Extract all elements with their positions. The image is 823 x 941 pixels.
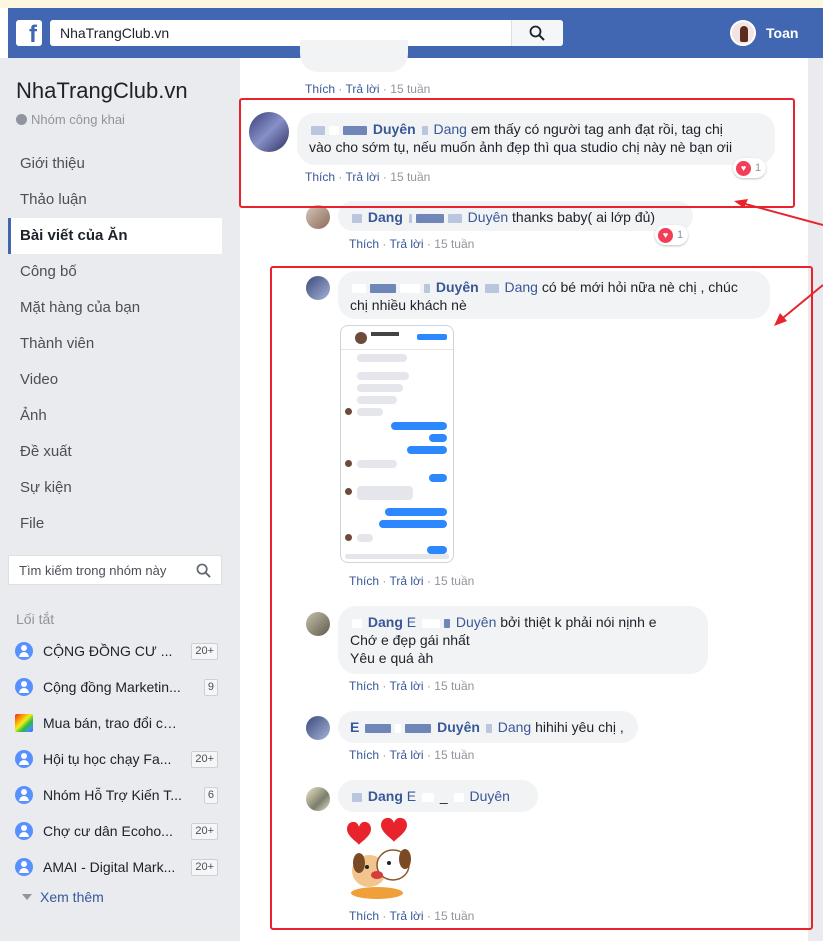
user-avatar: [730, 20, 756, 46]
tagged-name[interactable]: Duyên: [468, 209, 508, 225]
nav-item-recommendations[interactable]: Đề xuất: [8, 434, 222, 470]
shortcut-label: AMAI - Digital Mark...: [43, 859, 176, 875]
redacted-text: [408, 213, 412, 223]
separator: ·: [382, 82, 387, 96]
shortcut-label: Hội tụ học chạy Fa...: [43, 751, 172, 767]
annotation-box-top: [239, 98, 795, 208]
group-name[interactable]: NhaTrangClub.vn: [16, 78, 188, 104]
like-link[interactable]: Thích: [349, 237, 379, 251]
group-icon: [15, 858, 33, 876]
shortcut-badge: 20+: [191, 858, 218, 876]
nav-item-your-posts[interactable]: Bài viết của Ăn: [8, 218, 222, 254]
see-more-label: Xem thêm: [40, 889, 104, 905]
like-link[interactable]: Thích: [305, 82, 335, 96]
top-navigation-bar: f Toan: [0, 0, 823, 58]
comment-author[interactable]: Dang: [368, 209, 403, 225]
separator: ·: [338, 82, 343, 96]
shortcut-badge: 9: [203, 678, 218, 696]
shortcut-item[interactable]: Hội tụ học chạy Fa... 20+: [8, 741, 222, 777]
reply-link[interactable]: Trả lời: [345, 82, 379, 96]
arrow-line: [737, 201, 823, 226]
shortcut-label: Cộng đồng Marketin...: [43, 679, 181, 695]
group-icon: [15, 678, 33, 696]
caret-down-icon: [22, 894, 32, 900]
group-icon: [15, 750, 33, 768]
shortcut-label: Nhóm Hỗ Trợ Kiến T...: [43, 787, 182, 803]
separator: ·: [426, 237, 431, 251]
search-button[interactable]: [511, 20, 563, 46]
group-privacy: Nhóm công khai: [16, 112, 125, 127]
annotation-box-bottom: [270, 266, 813, 930]
search-icon[interactable]: [196, 563, 211, 578]
search-icon: [529, 25, 545, 41]
shortcut-badge: 20+: [191, 822, 218, 840]
nav-item-your-items[interactable]: Mặt hàng của bạn: [8, 290, 222, 326]
blue-bar: f Toan: [8, 8, 823, 58]
top-edge: [0, 0, 823, 8]
redacted-text: [447, 213, 462, 223]
shortcut-badge: 6: [203, 786, 218, 804]
group-icon: [15, 822, 33, 840]
left-sidebar: NhaTrangClub.vn Nhóm công khai Giới thiệ…: [8, 58, 236, 941]
user-name: Toan: [766, 25, 799, 41]
shortcut-item[interactable]: Mua bán, trao đổi các t...: [8, 705, 222, 741]
nav-item-photos[interactable]: Ảnh: [8, 398, 222, 434]
arrow-head-icon: [734, 199, 748, 208]
nav-item-members[interactable]: Thành viên: [8, 326, 222, 362]
comment-text: thanks baby( ai lớp đủ): [512, 209, 656, 225]
nav-item-events[interactable]: Sự kiện: [8, 470, 222, 506]
shortcuts-heading: Lối tắt: [16, 611, 55, 627]
heart-icon: ♥: [658, 227, 673, 243]
group-icon: [15, 642, 33, 660]
shortcut-item[interactable]: Chợ cư dân Ecoho... 20+: [8, 813, 222, 849]
reaction-count: 1: [677, 229, 684, 241]
arrow-line: [777, 284, 823, 323]
nav-item-videos[interactable]: Video: [8, 362, 222, 398]
comment-time: 15 tuần: [390, 82, 431, 96]
shortcuts-list: CỘNG ĐỒNG CƯ ... 20+ Cộng đồng Marketin..…: [8, 633, 222, 885]
commenter-avatar[interactable]: [306, 205, 330, 229]
shortcut-badge: 20+: [191, 750, 218, 768]
group-privacy-label: Nhóm công khai: [31, 112, 125, 127]
reply-link[interactable]: Trả lời: [389, 237, 423, 251]
shortcut-label: Chợ cư dân Ecoho...: [43, 823, 173, 839]
nav-item-files[interactable]: File: [8, 506, 222, 542]
profile-link[interactable]: Toan: [730, 20, 798, 46]
group-search-input[interactable]: [9, 556, 189, 584]
globe-icon: [16, 114, 27, 125]
facebook-logo-icon[interactable]: f: [16, 20, 42, 46]
global-search-input[interactable]: [50, 20, 510, 46]
group-icon: [15, 786, 33, 804]
reaction-summary[interactable]: ♥ 1: [655, 225, 689, 245]
comment-actions: Thích · Trả lời · 15 tuần: [305, 82, 430, 96]
comment-actions: Thích · Trả lời · 15 tuần: [349, 237, 474, 251]
shortcut-label: Mua bán, trao đổi các t...: [43, 715, 183, 731]
shortcut-label: CỘNG ĐỒNG CƯ ...: [43, 643, 173, 659]
shortcut-item[interactable]: CỘNG ĐỒNG CƯ ... 20+: [8, 633, 222, 669]
shortcut-item[interactable]: AMAI - Digital Mark... 20+: [8, 849, 222, 885]
rainbow-icon: [15, 714, 33, 732]
shortcut-item[interactable]: Nhóm Hỗ Trợ Kiến T... 6: [8, 777, 222, 813]
see-more-link[interactable]: Xem thêm: [22, 889, 104, 905]
annotation-arrows: [734, 199, 823, 326]
nav-item-discussion[interactable]: Thảo luận: [8, 182, 222, 218]
previous-comment-bubble: [300, 40, 408, 72]
nav-item-announcements[interactable]: Công bố: [8, 254, 222, 290]
shortcut-badge: 20+: [191, 642, 218, 660]
group-nav: Giới thiệu Thảo luận Bài viết của Ăn Côn…: [8, 146, 222, 542]
separator: ·: [382, 237, 387, 251]
comment-time: 15 tuần: [434, 237, 475, 251]
group-search: [8, 555, 222, 585]
redacted-text: [415, 213, 444, 223]
shortcut-item[interactable]: Cộng đồng Marketin... 9: [8, 669, 222, 705]
nav-item-about[interactable]: Giới thiệu: [8, 146, 222, 182]
redacted-text: [352, 213, 362, 223]
